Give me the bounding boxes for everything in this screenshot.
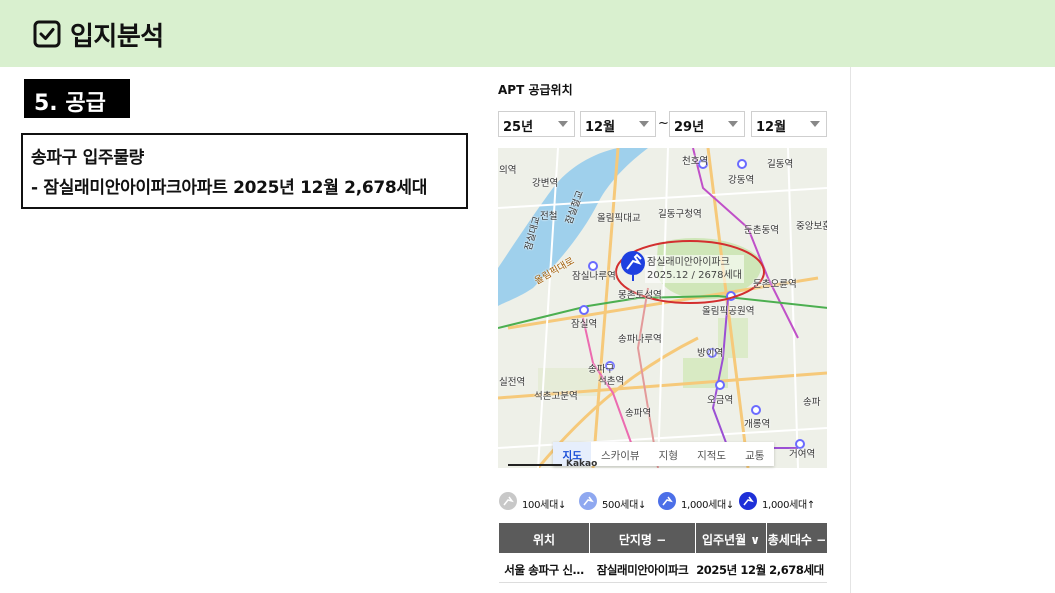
range-separator: ~	[658, 116, 669, 131]
map-label-gangbyeon: 강변역	[532, 178, 559, 189]
tab-cadastral[interactable]: 지적도	[688, 442, 736, 466]
map-label-geoyeo: 거여역	[789, 449, 816, 460]
tab-skyview[interactable]: 스카이뷰	[591, 442, 649, 466]
legend-pin-icon	[739, 492, 757, 510]
pin-icon[interactable]	[619, 249, 647, 281]
map-view[interactable]: 천호역 길동역 강동역 강변역 올림픽대교 길동구청역 둔촌동역 중앙보훈 잠실…	[498, 148, 827, 468]
map-label-mongchon: 몽촌토성역	[618, 290, 662, 301]
map-label-songpanaru: 송파나루역	[618, 334, 662, 345]
map-scale-bar	[508, 463, 562, 466]
map-label-bangi: 방이역	[697, 348, 724, 359]
map-label-olympic-bridge: 올림픽대교	[597, 213, 641, 224]
from-month-select[interactable]: 12월	[580, 111, 656, 137]
map-callout[interactable]: 잠실래미안아이파크 2025.12 / 2678세대	[645, 255, 744, 283]
map-background	[498, 148, 827, 468]
map-label-edge-station: 의역	[499, 165, 517, 176]
from-year-value: 25년	[503, 120, 534, 135]
tab-traffic[interactable]: 교통	[736, 442, 774, 466]
map-label-songpa-station: 송파역	[625, 408, 652, 419]
cell-move-in: 2025년 12월	[696, 553, 767, 582]
page-header: 입지분석	[0, 0, 1055, 67]
map-label-gildong-gucheong: 길동구청역	[658, 209, 702, 220]
legend-label: 1,000세대↑	[762, 500, 816, 511]
panel-title: APT 공급위치	[498, 83, 573, 97]
from-year-select[interactable]: 25년	[498, 111, 575, 137]
legend-label: 500세대↓	[602, 500, 647, 511]
map-label-sports-complex: 실전역	[499, 377, 526, 388]
map-attribution: Kakao	[566, 459, 598, 469]
map-label-seokchon: 석촌역	[598, 376, 625, 387]
col-complex[interactable]: 단지명 −	[590, 523, 696, 553]
legend-label: 100세대↓	[522, 500, 567, 511]
map-label-dunchon-oryun: 둔촌오륜역	[753, 279, 797, 290]
tab-terrain[interactable]: 지형	[649, 442, 687, 466]
map-label-olympic-park: 올림픽공원역	[702, 306, 755, 317]
page-title: 입지분석	[70, 22, 164, 52]
map-label-dunchon: 둔촌동역	[744, 225, 779, 236]
legend-pin-icon	[658, 492, 676, 510]
callout-detail: 2025.12 / 2678세대	[647, 270, 742, 281]
map-label-ogeum: 오금역	[707, 395, 734, 406]
to-year-select[interactable]: 29년	[669, 111, 745, 137]
panel-divider	[850, 67, 851, 593]
cell-households: 2,678세대	[767, 553, 827, 582]
from-month-value: 12월	[585, 120, 616, 135]
map-label-gildong: 길동역	[767, 159, 794, 170]
map-label-jamsil: 잠실역	[571, 319, 598, 330]
supply-table: 위치 단지명 − 입주년월 ∨ 총세대수 − 서울 송파구 신… 잠실래미안아이…	[499, 523, 827, 583]
legend-label: 1,000세대↓	[681, 500, 735, 511]
legend-pin-icon	[499, 492, 517, 510]
map-label-railway: 전철	[540, 211, 558, 222]
map-label-seokchon-gobun: 석촌고분역	[534, 391, 578, 402]
to-month-value: 12월	[756, 120, 787, 135]
table-row[interactable]: 서울 송파구 신… 잠실래미안아이파크 2025년 12월 2,678세대	[499, 553, 827, 583]
chevron-down-icon	[810, 121, 820, 127]
info-complex-line: - 잠실래미안아이파크아파트 2025년 12월 2,678세대	[31, 178, 428, 198]
section-tag: 5. 공급	[24, 79, 130, 118]
chevron-down-icon	[639, 121, 649, 127]
info-district-line: 송파구 입주물량	[31, 148, 144, 168]
col-move-in[interactable]: 입주년월 ∨	[696, 523, 767, 553]
callout-name: 잠실래미안아이파크	[647, 257, 730, 268]
map-label-cheonho: 천호역	[682, 156, 709, 167]
checkbox-icon	[33, 20, 61, 48]
map-label-gangdong: 강동역	[728, 175, 755, 186]
legend-pin-icon	[579, 492, 597, 510]
map-label-jamsilnaru: 잠실나루역	[572, 271, 616, 282]
to-year-value: 29년	[674, 120, 705, 135]
col-location[interactable]: 위치	[499, 523, 590, 553]
chevron-down-icon	[558, 121, 568, 127]
to-month-select[interactable]: 12월	[751, 111, 827, 137]
chevron-down-icon	[728, 121, 738, 127]
map-label-songpa-edge: 송파	[803, 397, 821, 408]
supply-info-box: 송파구 입주물량 - 잠실래미안아이파크아파트 2025년 12월 2,678세…	[21, 133, 468, 209]
map-label-bohun: 중앙보훈	[796, 221, 827, 232]
col-households[interactable]: 총세대수 −	[767, 523, 827, 553]
cell-location: 서울 송파구 신…	[499, 553, 590, 582]
table-header: 위치 단지명 − 입주년월 ∨ 총세대수 −	[499, 523, 827, 553]
cell-complex: 잠실래미안아이파크	[590, 553, 696, 582]
map-label-gaerong: 개롱역	[744, 419, 771, 430]
